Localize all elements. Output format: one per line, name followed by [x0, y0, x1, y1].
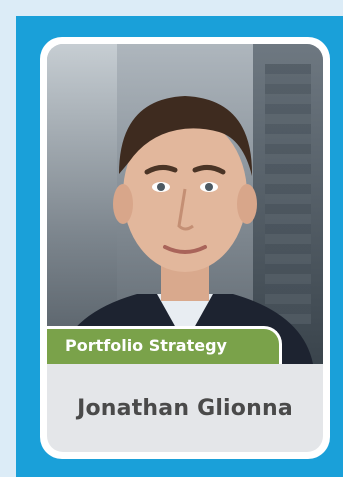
profile-photo: Portfolio Strategy: [47, 44, 323, 364]
page-background: Portfolio Strategy Jonathan Glionna: [0, 0, 343, 477]
name-plate: Jonathan Glionna: [47, 364, 323, 452]
person-portrait-icon: [57, 96, 313, 364]
profile-card: Portfolio Strategy Jonathan Glionna: [40, 37, 330, 459]
category-tag: Portfolio Strategy: [47, 326, 282, 364]
person-name: Jonathan Glionna: [77, 395, 293, 421]
